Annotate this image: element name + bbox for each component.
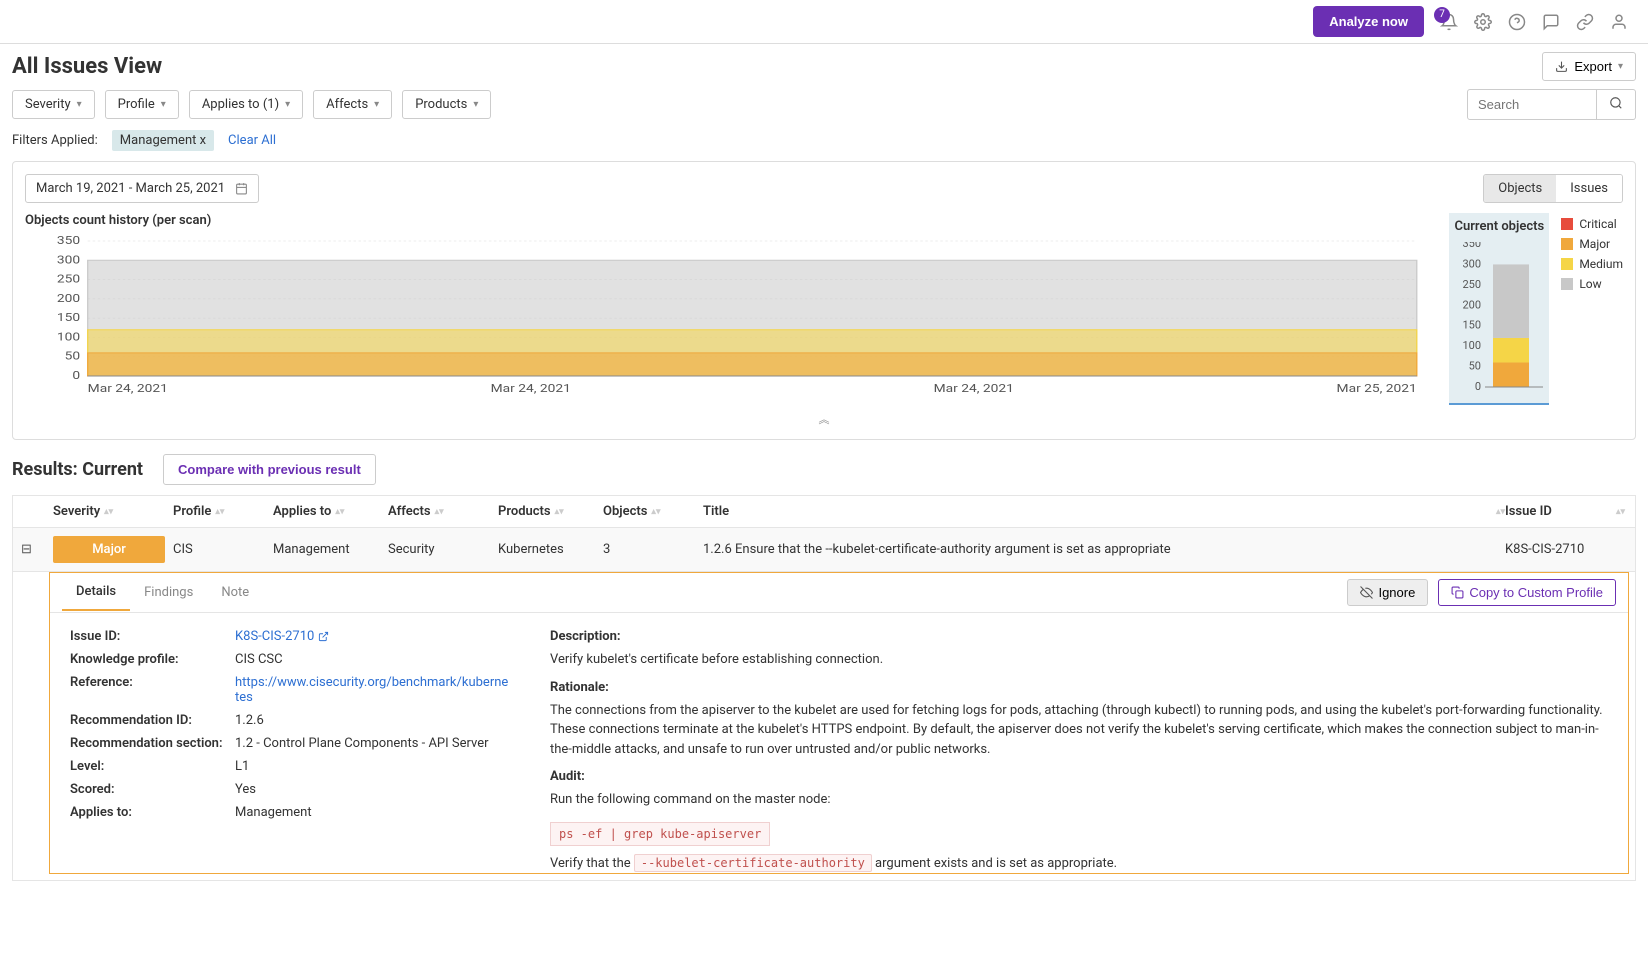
- current-objects-chart: Current objects 050100150200250300350: [1449, 213, 1549, 405]
- svg-text:150: 150: [57, 311, 80, 324]
- compare-button[interactable]: Compare with previous result: [163, 454, 376, 485]
- tab-findings[interactable]: Findings: [130, 575, 207, 610]
- toggle-issues[interactable]: Issues: [1556, 175, 1622, 202]
- analyze-button[interactable]: Analyze now: [1313, 6, 1424, 37]
- svg-text:Mar 24, 2021: Mar 24, 2021: [491, 382, 571, 395]
- filter-bar: Severity▾ Profile▾ Applies to (1)▾ Affec…: [12, 89, 1636, 120]
- chart-card: March 19, 2021 - March 25, 2021 Objects …: [12, 161, 1636, 440]
- gear-icon[interactable]: [1474, 13, 1492, 31]
- filter-severity[interactable]: Severity▾: [12, 90, 95, 119]
- severity-badge: Major: [53, 536, 165, 563]
- svg-text:300: 300: [57, 254, 80, 267]
- col-affects[interactable]: Affects▴▾: [388, 504, 498, 519]
- svg-text:50: 50: [65, 350, 80, 363]
- filter-products[interactable]: Products▾: [402, 90, 491, 119]
- collapse-row-icon[interactable]: ⊟: [21, 542, 53, 557]
- col-issue-id[interactable]: Issue ID▴▾: [1505, 504, 1625, 519]
- calendar-icon: [235, 182, 248, 195]
- col-severity[interactable]: Severity▴▾: [53, 504, 173, 519]
- copy-profile-button[interactable]: Copy to Custom Profile: [1438, 579, 1616, 606]
- date-range-picker[interactable]: March 19, 2021 - March 25, 2021: [25, 174, 259, 203]
- detail-panel: Details Findings Note Ignore Copy to Cus…: [49, 572, 1629, 874]
- filter-applies-to[interactable]: Applies to (1)▾: [189, 90, 303, 119]
- export-button[interactable]: Export▾: [1542, 52, 1636, 81]
- results-table: Severity▴▾ Profile▴▾ Applies to▴▾ Affect…: [12, 495, 1636, 881]
- search-button[interactable]: [1597, 89, 1636, 120]
- reference-link[interactable]: https://www.cisecurity.org/benchmark/kub…: [235, 675, 508, 705]
- results-title: Results: Current: [12, 459, 143, 480]
- svg-text:350: 350: [57, 236, 80, 248]
- filter-profile[interactable]: Profile▾: [105, 90, 179, 119]
- chevron-down-icon: ▾: [1618, 61, 1623, 72]
- notification-badge: 7: [1434, 7, 1450, 23]
- col-products[interactable]: Products▴▾: [498, 504, 603, 519]
- clear-all-link[interactable]: Clear All: [228, 133, 276, 148]
- applied-label: Filters Applied:: [12, 133, 98, 148]
- link-icon[interactable]: [1576, 13, 1594, 31]
- audit-command: ps -ef | grep kube-apiserver: [550, 822, 770, 846]
- svg-text:0: 0: [72, 369, 80, 382]
- tab-note[interactable]: Note: [207, 575, 263, 610]
- svg-text:Mar 24, 2021: Mar 24, 2021: [88, 382, 168, 395]
- view-toggle: Objects Issues: [1483, 174, 1623, 203]
- topbar: Analyze now 7: [0, 0, 1648, 44]
- external-link-icon: [318, 631, 329, 642]
- page-title: All Issues View: [12, 54, 162, 79]
- svg-text:100: 100: [57, 331, 80, 344]
- eye-off-icon: [1360, 586, 1373, 599]
- svg-text:100: 100: [1463, 339, 1482, 352]
- svg-text:250: 250: [57, 273, 80, 286]
- search-input[interactable]: [1467, 89, 1597, 120]
- svg-text:300: 300: [1463, 257, 1482, 270]
- svg-text:Mar 24, 2021: Mar 24, 2021: [934, 382, 1014, 395]
- col-title[interactable]: Title▴▾: [703, 504, 1505, 519]
- svg-text:Mar 25, 2021: Mar 25, 2021: [1337, 382, 1417, 395]
- ignore-button[interactable]: Ignore: [1347, 579, 1428, 606]
- table-row[interactable]: ⊟ Major CIS Management Security Kubernet…: [13, 528, 1635, 572]
- svg-text:200: 200: [57, 292, 80, 305]
- help-icon[interactable]: [1508, 13, 1526, 31]
- applied-filters: Filters Applied: Management x Clear All: [12, 130, 1636, 151]
- svg-text:50: 50: [1469, 360, 1481, 373]
- svg-text:350: 350: [1463, 242, 1482, 250]
- filter-affects[interactable]: Affects▾: [313, 90, 392, 119]
- col-applies-to[interactable]: Applies to▴▾: [273, 504, 388, 519]
- download-icon: [1555, 60, 1568, 73]
- history-chart: Objects count history (per scan) 0501001…: [25, 213, 1429, 405]
- svg-text:150: 150: [1463, 319, 1482, 332]
- svg-text:200: 200: [1463, 298, 1482, 311]
- collapse-chart-icon[interactable]: ︽: [25, 411, 1623, 427]
- col-profile[interactable]: Profile▴▾: [173, 504, 273, 519]
- argument-code: --kubelet-certificate-authority: [634, 854, 872, 872]
- svg-text:0: 0: [1475, 380, 1481, 393]
- chat-icon[interactable]: [1542, 13, 1560, 31]
- search-icon: [1609, 96, 1623, 110]
- svg-text:250: 250: [1463, 278, 1482, 291]
- chart-legend: Critical Major Medium Low: [1561, 213, 1623, 291]
- notifications-icon[interactable]: 7: [1440, 13, 1458, 31]
- tab-details[interactable]: Details: [62, 574, 130, 611]
- toggle-objects[interactable]: Objects: [1484, 175, 1556, 202]
- col-objects[interactable]: Objects▴▾: [603, 504, 703, 519]
- user-icon[interactable]: [1610, 13, 1628, 31]
- filter-chip-management[interactable]: Management x: [112, 130, 214, 151]
- issue-id-link[interactable]: K8S-CIS-2710: [235, 629, 314, 644]
- copy-icon: [1451, 586, 1464, 599]
